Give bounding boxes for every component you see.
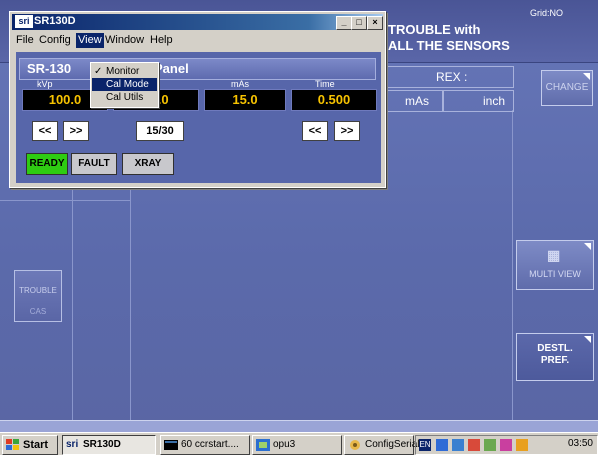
clock: 03:50 <box>567 438 593 449</box>
multi-view-label: MULTI VIEW <box>529 269 581 279</box>
prev-left-button[interactable]: << <box>32 121 58 141</box>
mas-display: 15.0 <box>204 89 286 111</box>
panel-title-left: SR-130 <box>27 61 72 76</box>
menu-config[interactable]: Config <box>39 34 71 46</box>
inch-label: inch <box>483 94 506 108</box>
task-opu3-label: opu3 <box>273 439 296 450</box>
corner-triangle-icon <box>584 336 591 343</box>
task-ccrstart-label: 60 ccrstart.... <box>181 439 239 450</box>
sri-logo-icon: sri <box>66 439 79 450</box>
menu-item-cal-utils[interactable]: Cal Utils <box>92 91 157 104</box>
network-icon[interactable] <box>436 439 448 451</box>
menu-item-cal-mode[interactable]: Cal Mode <box>92 78 157 91</box>
start-label: Start <box>23 439 49 451</box>
change-button[interactable]: CHANGE <box>541 70 593 106</box>
multi-view-button[interactable]: ▦ MULTI VIEW <box>516 240 594 290</box>
corner-triangle-icon <box>584 243 591 250</box>
language-indicator[interactable]: EN <box>419 439 431 451</box>
sri-logo-icon: sri <box>15 15 33 28</box>
rex-label: REX : <box>436 70 468 84</box>
tray-app-icon[interactable] <box>484 439 496 451</box>
menu-item-monitor[interactable]: ✓ Monitor <box>92 65 157 78</box>
start-button[interactable]: Start <box>2 435 58 455</box>
menu-window[interactable]: Window <box>105 34 144 46</box>
maximize-button[interactable]: □ <box>351 16 367 30</box>
tray-app-icon[interactable] <box>500 439 512 451</box>
time-label: Time <box>315 79 335 89</box>
menu-item-cal-utils-label: Cal Utils <box>106 92 144 103</box>
panel-title-bar: SR-130 Panel <box>19 58 376 80</box>
kvp-label: kVp <box>37 79 53 89</box>
sr130d-window: sri SR130D _ □ × File Config View Window… <box>9 11 386 188</box>
network-icon[interactable] <box>452 439 464 451</box>
rex-field: REX : <box>387 66 514 88</box>
checkmark-icon: ✓ <box>94 66 103 77</box>
app-icon <box>256 439 270 451</box>
close-button[interactable]: × <box>367 16 383 30</box>
tray-app-icon[interactable] <box>516 439 528 451</box>
menu-file[interactable]: File <box>16 34 34 46</box>
control-panel: SR-130 Panel kVp mA mAs Time 100.0 30.0 … <box>16 52 381 183</box>
divider <box>0 200 130 201</box>
next-left-button[interactable]: >> <box>63 121 89 141</box>
screen: TROUBLE with ALL THE SENSORS Grid:NO REX… <box>0 0 598 455</box>
system-tray: EN 03:50 <box>415 435 598 455</box>
console-icon <box>164 440 178 450</box>
task-configserial[interactable]: ConfigSerial... <box>344 435 428 455</box>
mas-label: mAs <box>405 94 429 108</box>
window-title: SR130D <box>34 15 76 27</box>
menu-help[interactable]: Help <box>150 34 173 46</box>
task-opu3[interactable]: opu3 <box>252 435 342 455</box>
menu-item-monitor-label: Monitor <box>106 66 140 77</box>
destl-pref-label-line1: DESTL. <box>537 343 573 354</box>
windows-logo-icon <box>6 439 19 450</box>
cas-label: CAS <box>29 307 47 316</box>
window-titlebar[interactable]: sri SR130D _ □ × <box>12 14 383 30</box>
view-menu-dropdown: ✓ Monitor Cal Mode Cal Utils <box>90 62 159 108</box>
trouble-message: TROUBLE with ALL THE SENSORS <box>388 22 510 54</box>
divider <box>512 110 513 420</box>
task-sr130d-label: SR130D <box>83 439 121 450</box>
ready-button[interactable]: READY <box>26 153 68 175</box>
next-right-button[interactable]: >> <box>334 121 360 141</box>
xray-button[interactable]: XRAY <box>122 153 174 175</box>
minimize-button[interactable]: _ <box>336 16 352 30</box>
task-ccrstart[interactable]: 60 ccrstart.... <box>160 435 250 455</box>
trouble-message-line2: ALL THE SENSORS <box>388 38 510 53</box>
menu-item-cal-mode-label: Cal Mode <box>106 79 149 90</box>
corner-triangle-icon <box>583 73 590 80</box>
menu-view[interactable]: View <box>76 33 104 48</box>
time-display: 0.500 <box>291 89 377 111</box>
panel-title-right: Panel <box>154 61 189 76</box>
task-sr130d[interactable]: sri SR130D <box>62 435 156 455</box>
trouble-cas-button[interactable]: TROUBLE CAS <box>14 270 62 322</box>
config-icon <box>350 440 360 450</box>
prev-right-button[interactable]: << <box>302 121 328 141</box>
mas-label-panel: mAs <box>231 79 249 89</box>
mas-inch-row: mAs inch <box>387 90 514 112</box>
grid-status: Grid:NO <box>530 8 564 18</box>
taskbar: Start sri SR130D 60 ccrstart.... opu3 Co… <box>0 432 598 455</box>
change-button-label: CHANGE <box>545 82 589 93</box>
fault-button[interactable]: FAULT <box>71 153 117 175</box>
network-error-icon[interactable] <box>468 439 480 451</box>
destl-pref-label-line2: PREF. <box>540 355 570 366</box>
trouble-message-line1: TROUBLE with <box>388 22 481 37</box>
destl-pref-label: DESTL. PREF. <box>517 343 593 367</box>
step-counter: 15/30 <box>136 121 184 141</box>
menubar: File Config View Window Help <box>12 32 383 49</box>
grid-icon: ▦ <box>547 247 561 263</box>
trouble-button-label: TROUBLE <box>19 286 57 295</box>
destl-pref-button[interactable]: DESTL. PREF. <box>516 333 594 381</box>
